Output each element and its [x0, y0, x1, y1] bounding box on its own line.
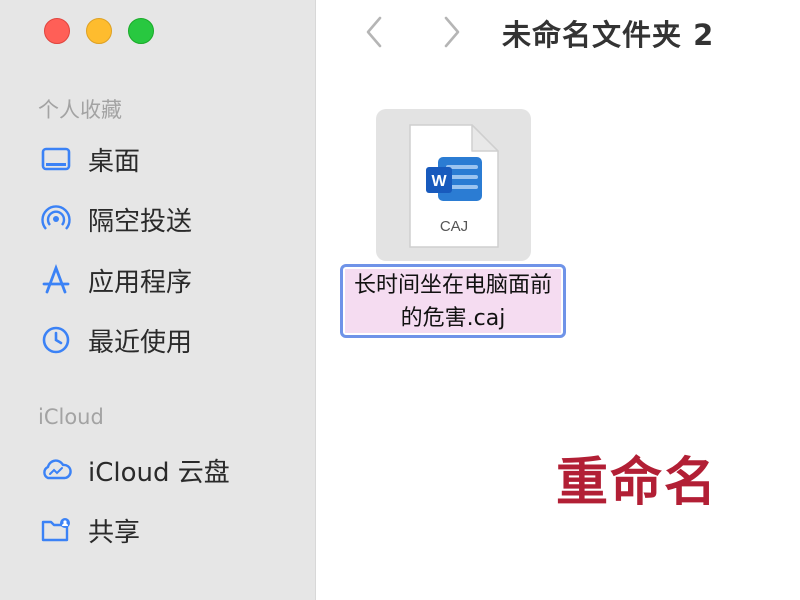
shared-folder-icon: [38, 512, 74, 548]
chevron-right-icon: [444, 16, 460, 48]
word-badge-letter: W: [431, 173, 447, 190]
sidebar-item-applications[interactable]: 应用程序: [38, 260, 192, 300]
sidebar-item-label: 桌面: [88, 146, 141, 177]
desktop-icon: [38, 141, 74, 177]
caj-file-icon: W CAJ: [409, 124, 499, 248]
rename-field[interactable]: 长时间坐在电脑面前的危害.caj: [340, 264, 566, 338]
window-controls: [44, 18, 154, 44]
finder-window: 个人收藏 桌面 隔空投送 应用程序 最近使用 iCloud iCloud 云盘 …: [0, 0, 800, 600]
sidebar-section-icloud: iCloud: [38, 405, 104, 429]
icloud-drive-icon: [38, 452, 74, 488]
sidebar-section-favorites: 个人收藏: [38, 98, 122, 122]
sidebar-item-label: 最近使用: [88, 327, 193, 358]
sidebar-item-recents[interactable]: 最近使用: [38, 320, 192, 360]
file-item[interactable]: W CAJ: [376, 109, 531, 261]
airdrop-icon: [38, 201, 74, 237]
chevron-left-icon: [366, 16, 382, 48]
zoom-button[interactable]: [128, 18, 154, 44]
rename-caption: 重命名: [556, 453, 719, 513]
applications-icon: [38, 262, 74, 298]
sidebar-item-label: iCloud 云盘: [88, 457, 230, 488]
window-title: 未命名文件夹 2: [502, 18, 715, 52]
sidebar-item-airdrop[interactable]: 隔空投送: [38, 199, 192, 239]
forward-button[interactable]: [432, 12, 472, 52]
file-browser-area: W CAJ 长时间坐在电脑面前的危害.caj: [316, 64, 800, 600]
close-button[interactable]: [44, 18, 70, 44]
rename-input[interactable]: 长时间坐在电脑面前的危害.caj: [345, 269, 561, 333]
sidebar-item-label: 隔空投送: [88, 206, 193, 237]
sidebar-item-label: 共享: [88, 517, 141, 548]
minimize-button[interactable]: [86, 18, 112, 44]
clock-icon: [38, 322, 74, 358]
sidebar-item-icloud-drive[interactable]: iCloud 云盘: [38, 450, 230, 490]
sidebar-item-desktop[interactable]: 桌面: [38, 139, 140, 179]
sidebar-item-shared[interactable]: 共享: [38, 510, 140, 550]
toolbar: 未命名文件夹 2: [316, 0, 800, 64]
back-button[interactable]: [354, 12, 394, 52]
file-type-label: CAJ: [440, 218, 468, 235]
sidebar: 个人收藏 桌面 隔空投送 应用程序 最近使用 iCloud iCloud 云盘 …: [0, 0, 316, 600]
sidebar-item-label: 应用程序: [88, 267, 193, 298]
